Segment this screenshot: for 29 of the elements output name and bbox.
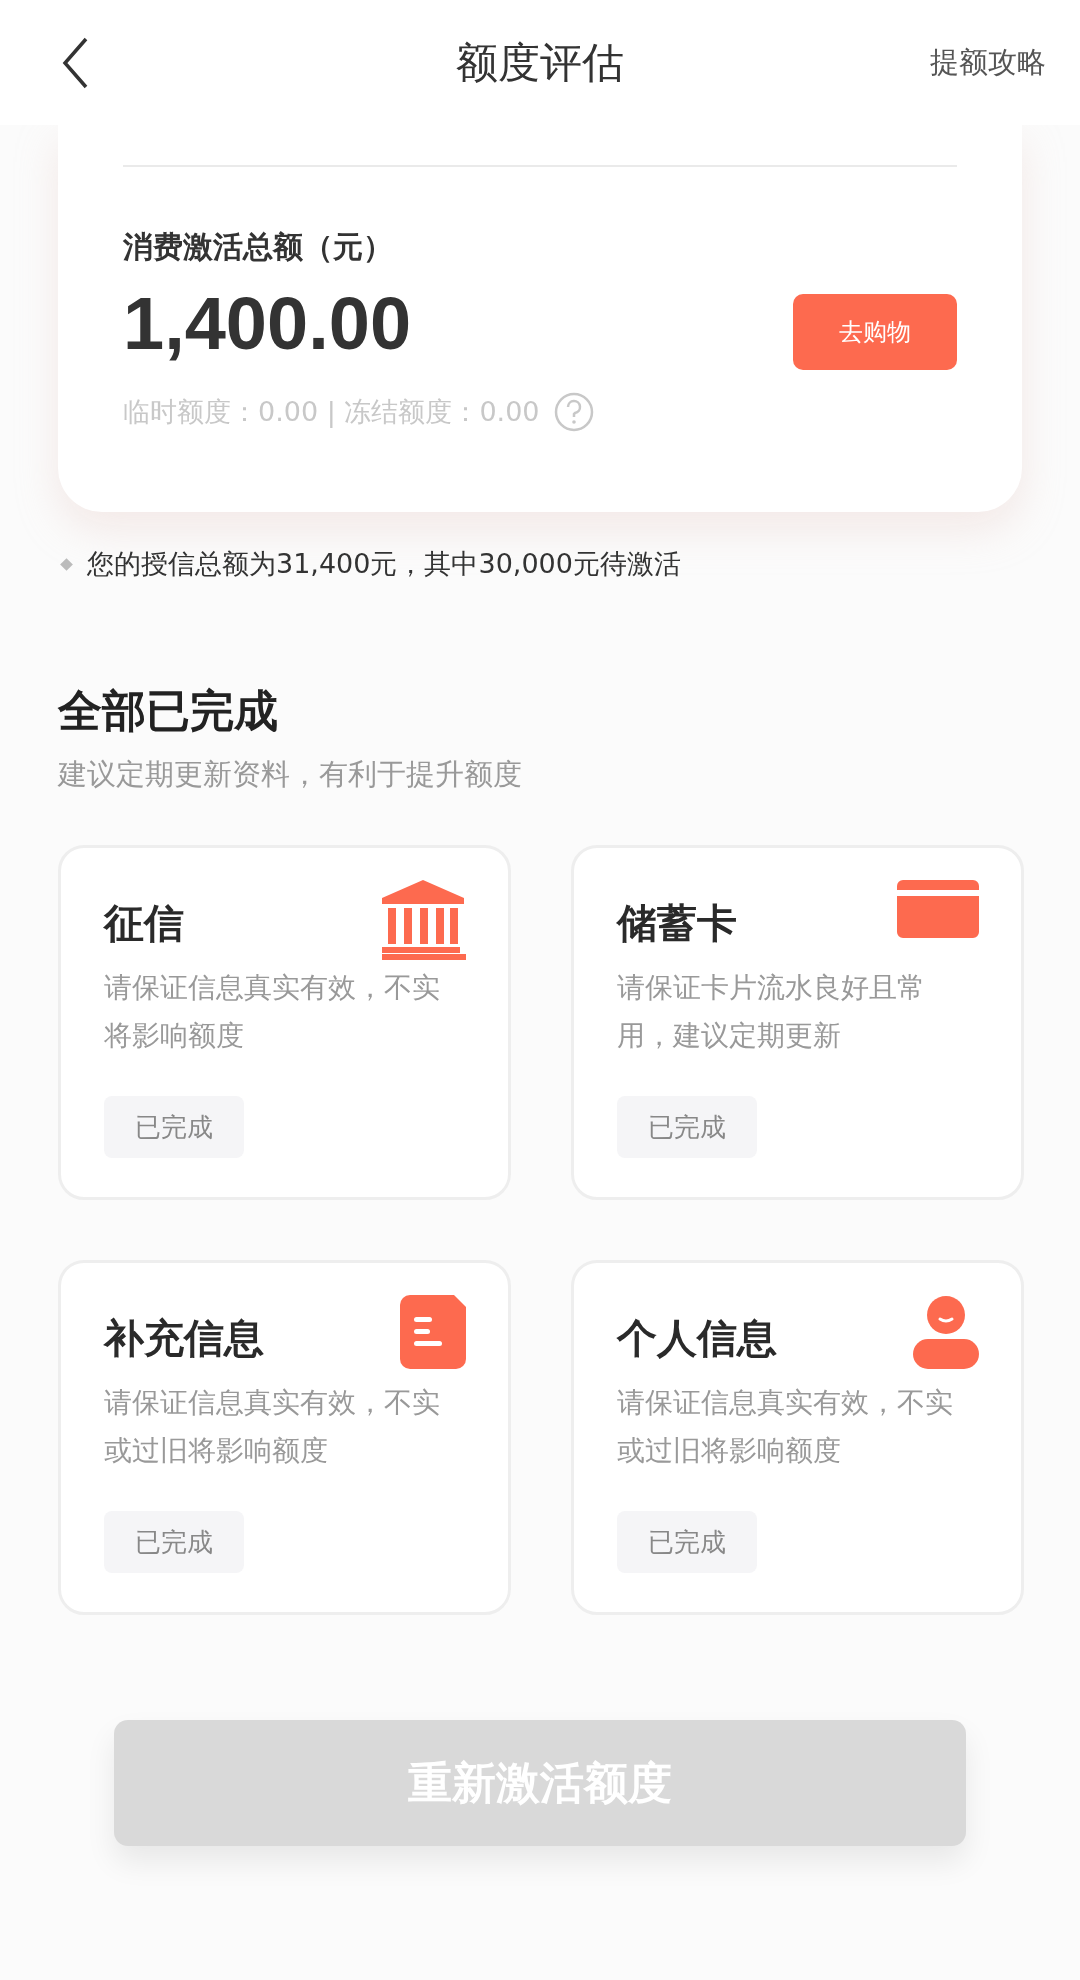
raise-limit-link[interactable]: 提额攻略 (930, 42, 1046, 83)
task-card[interactable]: 征信 请保证信息真实有效，不实将影响额度 已完成 (58, 845, 511, 1200)
status-tag: 已完成 (617, 1096, 757, 1158)
section-title: 全部已完成 (58, 684, 279, 738)
card-description: 请保证信息真实有效，不实将影响额度 (104, 970, 441, 1054)
status-tag: 已完成 (104, 1096, 244, 1158)
status-tag: 已完成 (617, 1511, 757, 1573)
card-description: 请保证信息真实有效，不实或过旧将影响额度 (617, 1385, 954, 1469)
card-icon (897, 880, 979, 938)
person-icon (913, 1295, 979, 1369)
card-title: 个人信息 (617, 1314, 777, 1363)
amount-label: 消费激活总额（元） (123, 228, 394, 266)
task-card[interactable]: 个人信息 请保证信息真实有效，不实或过旧将影响额度 已完成 (571, 1260, 1024, 1615)
status-tag: 已完成 (104, 1511, 244, 1573)
section-subtitle: 建议定期更新资料，有利于提升额度 (58, 756, 523, 793)
card-description: 请保证卡片流水良好且常用，建议定期更新 (617, 970, 926, 1054)
task-card[interactable]: 补充信息 请保证信息真实有效，不实或过旧将影响额度 已完成 (58, 1260, 511, 1615)
amount-value: 1,400.00 (123, 280, 412, 366)
bank-icon (380, 880, 466, 960)
card-title: 储蓄卡 (617, 899, 737, 948)
card-title: 补充信息 (104, 1314, 264, 1363)
bullet-icon (60, 557, 73, 571)
task-card[interactable]: 储蓄卡 请保证卡片流水良好且常用，建议定期更新 已完成 (571, 845, 1024, 1200)
back-icon[interactable] (62, 36, 88, 89)
document-icon (400, 1295, 466, 1369)
credit-note: 您的授信总额为31,400元，其中30,000元待激活 (87, 547, 681, 581)
page-title: 额度评估 (456, 37, 624, 87)
card-description: 请保证信息真实有效，不实或过旧将影响额度 (104, 1385, 441, 1469)
card-title: 征信 (104, 899, 184, 948)
